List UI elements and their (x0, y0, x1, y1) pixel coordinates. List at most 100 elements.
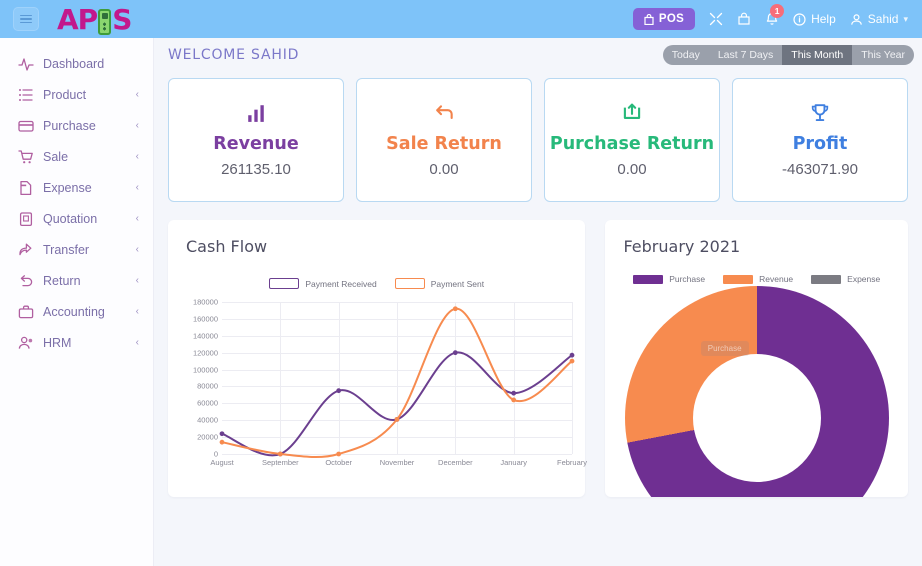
legend-swatch (394, 278, 425, 289)
sidebar-item-label: Purchase (43, 118, 96, 133)
pos-button[interactable]: POS (632, 8, 696, 30)
data-point[interactable] (569, 352, 575, 358)
data-point[interactable] (394, 416, 400, 422)
stat-card-value: -463071.90 (782, 160, 858, 178)
x-axis-tick: November (379, 458, 415, 467)
stat-card-revenue[interactable]: Revenue 261135.10 (168, 78, 344, 202)
filter-last-7-days[interactable]: Last 7 Days (709, 45, 782, 65)
sidebar-item-label: Product (43, 87, 87, 102)
expand-button[interactable] (709, 12, 723, 26)
chevron-down-icon: ▾ (903, 13, 908, 24)
hamburger-menu-button[interactable] (13, 7, 39, 31)
chevron-left-icon: ‹ (135, 337, 139, 348)
monthly-summary-panel: February 2021 Purchase Revenue Expense Pur… (605, 220, 908, 497)
legend-item-payment-sent[interactable]: Payment Sent (394, 278, 484, 289)
sidebar-item-purchase[interactable]: Purchase ‹ (0, 110, 153, 141)
stat-cards: Revenue 261135.10 Sale Return 0.00 Purchase … (154, 72, 922, 202)
stat-card-value: 261135.10 (221, 160, 291, 178)
app-logo[interactable]: AP S (57, 3, 132, 36)
sidebar-item-hrm[interactable]: HRM ‹ (0, 327, 153, 358)
sidebar-item-label: Return (43, 273, 81, 288)
legend-label: Expense (847, 274, 881, 284)
header-actions: POS 1 Help Sahid ▾ (632, 3, 922, 30)
stat-card-purchase-return[interactable]: Purchase Return 0.00 (544, 78, 720, 202)
refresh-box-icon (622, 103, 642, 127)
data-point[interactable] (336, 451, 342, 457)
filter-today[interactable]: Today (663, 45, 709, 65)
filter-this-year[interactable]: This Year (852, 45, 914, 65)
chevron-left-icon: ‹ (135, 213, 139, 224)
data-point[interactable] (569, 358, 575, 364)
y-axis-tick: 60000 (197, 398, 218, 408)
stat-card-value: 0.00 (617, 160, 647, 178)
sidebar: Dashboard Product ‹ Purchase ‹ Sale ‹ Expense ‹ Q… (0, 38, 154, 566)
expand-icon (709, 12, 723, 26)
donut-ring[interactable]: Purchase (624, 286, 889, 497)
chevron-left-icon: ‹ (135, 275, 139, 286)
x-axis-tick: October (325, 458, 352, 467)
user-menu[interactable]: Sahid ▾ (850, 12, 908, 26)
stat-card-title: Purchase Return (549, 133, 715, 154)
stat-card-profit[interactable]: Profit -463071.90 (732, 78, 908, 202)
sidebar-item-product[interactable]: Product ‹ (0, 79, 153, 110)
y-axis-tick: 180000 (192, 297, 218, 307)
monthly-summary-title: February 2021 (623, 237, 741, 256)
sidebar-item-expense[interactable]: Expense ‹ (0, 172, 153, 203)
data-point[interactable] (219, 439, 225, 445)
sidebar-item-accounting[interactable]: Accounting ‹ (0, 296, 153, 327)
x-axis-tick: December (438, 458, 473, 467)
legend-item-payment-received[interactable]: Payment Received (269, 278, 377, 289)
page-title: WELCOME SAHID (168, 47, 300, 63)
sidebar-item-transfer[interactable]: Transfer ‹ (0, 234, 153, 265)
y-axis-tick: 120000 (192, 348, 218, 358)
shopping-bag-button[interactable] (737, 12, 751, 26)
filter-this-month[interactable]: This Month (782, 45, 853, 65)
return-arrow-icon (434, 103, 454, 127)
data-point[interactable] (336, 388, 342, 394)
chevron-left-icon: ‹ (135, 151, 139, 162)
legend-item-purchase[interactable]: Purchase (633, 274, 705, 284)
clipboard-icon (17, 211, 34, 227)
y-axis-tick: 100000 (192, 365, 218, 375)
legend-label: Revenue (759, 274, 794, 284)
undo-icon (17, 273, 34, 289)
data-point[interactable] (511, 397, 517, 403)
calculator-icon (98, 9, 112, 35)
file-icon (17, 180, 34, 196)
trophy-icon (810, 103, 830, 127)
top-header: AP S POS 1 Help Sahid ▾ (0, 0, 922, 38)
list-icon (17, 87, 34, 103)
legend-item-expense[interactable]: Expense (811, 274, 880, 284)
stat-card-sale-return[interactable]: Sale Return 0.00 (356, 78, 532, 202)
bag-icon (644, 13, 654, 25)
y-axis-tick: 20000 (197, 432, 218, 442)
sidebar-item-dashboard[interactable]: Dashboard (0, 48, 153, 79)
legend-item-revenue[interactable]: Revenue (723, 274, 793, 284)
x-axis-tick: February (556, 458, 588, 467)
help-button[interactable]: Help (793, 12, 836, 26)
donut-chart[interactable]: Purchase (624, 286, 889, 497)
sidebar-item-label: Dashboard (43, 56, 105, 71)
data-point[interactable] (219, 431, 225, 437)
sidebar-item-return[interactable]: Return ‹ (0, 265, 153, 296)
y-axis-tick: 140000 (192, 331, 218, 341)
cart-icon (17, 149, 34, 165)
bar-chart-icon (246, 103, 266, 127)
donut-hole (692, 354, 821, 482)
data-point[interactable] (452, 306, 458, 312)
data-point[interactable] (511, 390, 517, 396)
data-point[interactable] (277, 451, 283, 457)
notifications-button[interactable]: 1 (765, 3, 785, 27)
sidebar-item-label: Transfer (43, 242, 90, 257)
sidebar-item-quotation[interactable]: Quotation ‹ (0, 203, 153, 234)
briefcase-icon (17, 304, 34, 320)
data-point[interactable] (452, 350, 458, 356)
legend-swatch (811, 274, 842, 284)
help-label: Help (811, 12, 836, 26)
stat-card-title: Sale Return (386, 133, 502, 154)
legend-swatch (633, 274, 664, 284)
chevron-left-icon: ‹ (135, 244, 139, 255)
chevron-left-icon: ‹ (135, 306, 139, 317)
sidebar-item-sale[interactable]: Sale ‹ (0, 141, 153, 172)
stat-card-value: 0.00 (429, 160, 459, 178)
